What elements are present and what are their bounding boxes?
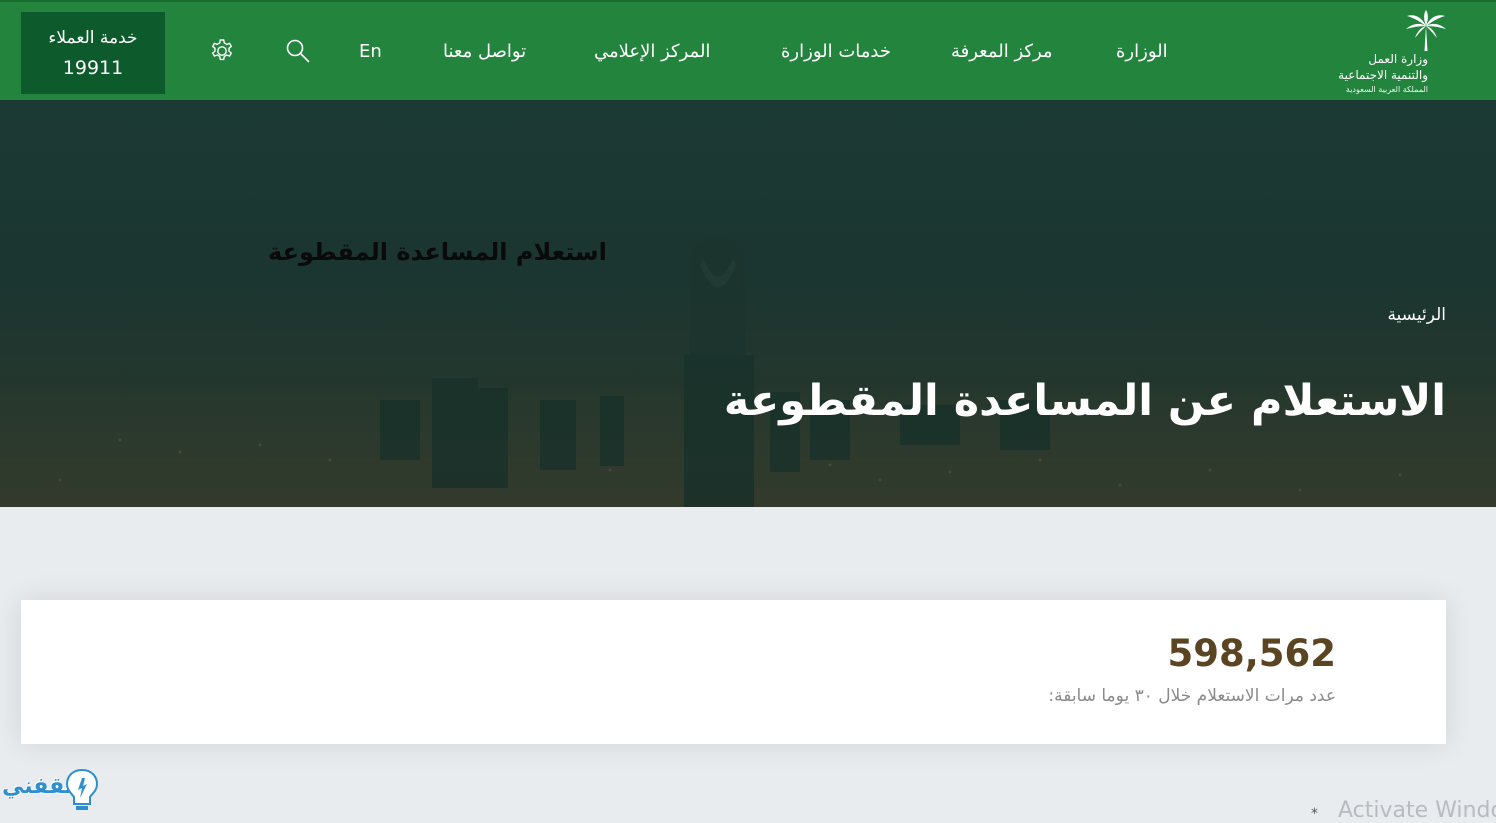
customer-service-box[interactable]: خدمة العملاء 19911: [21, 12, 165, 94]
ministry-logo[interactable]: وزارة العمل والتنمية الاجتماعية المملكة …: [1336, 10, 1452, 96]
nav-media-center[interactable]: المركز الإعلامي: [594, 40, 710, 64]
gear-icon: [211, 39, 233, 61]
logo-text-ministry: وزارة العمل: [1368, 52, 1428, 66]
palm-tree-icon: [1406, 10, 1446, 51]
settings-button[interactable]: [207, 36, 237, 66]
nav-contact-us[interactable]: تواصل معنا: [443, 40, 526, 64]
breadcrumb-home[interactable]: الرئيسية: [1387, 305, 1446, 325]
logo-text-kingdom: المملكة العربية السعودية: [1345, 85, 1428, 94]
logo-text-development: والتنمية الاجتماعية: [1338, 68, 1428, 82]
site-header: خدمة العملاء 19911 En تواصل معنا المركز …: [0, 0, 1496, 100]
search-icon: [286, 39, 310, 63]
nav-ministry-services[interactable]: خدمات الوزارة: [781, 40, 891, 64]
search-button[interactable]: [283, 36, 313, 66]
language-toggle[interactable]: En: [359, 40, 382, 64]
hero-banner: استعلام المساعدة المقطوعة الرئيسية الاست…: [0, 100, 1496, 507]
activate-windows-text: Activate Windo: [1338, 798, 1496, 823]
city-skyline-image: [0, 100, 1496, 507]
customer-service-number: 19911: [62, 57, 124, 79]
page-heading: استعلام المساعدة المقطوعة: [268, 238, 607, 266]
watermark-text: ثقفني: [2, 774, 74, 799]
watermark-logo: ثقفني: [2, 766, 102, 816]
page-title: الاستعلام عن المساعدة المقطوعة: [723, 376, 1446, 426]
lightbulb-icon: [65, 768, 99, 810]
inquiry-count-label: عدد مرات الاستعلام خلال ٣٠ يوما سابقة:: [1048, 686, 1336, 706]
nav-knowledge-center[interactable]: مركز المعرفة: [951, 40, 1053, 64]
nav-ministry[interactable]: الوزارة: [1116, 40, 1168, 64]
inquiry-stats-card: 598,562 عدد مرات الاستعلام خلال ٣٠ يوما …: [21, 600, 1446, 744]
inquiry-count-value: 598,562: [1167, 632, 1336, 675]
asterisk-mark: *: [1311, 806, 1318, 822]
customer-service-label: خدمة العملاء: [48, 28, 138, 48]
